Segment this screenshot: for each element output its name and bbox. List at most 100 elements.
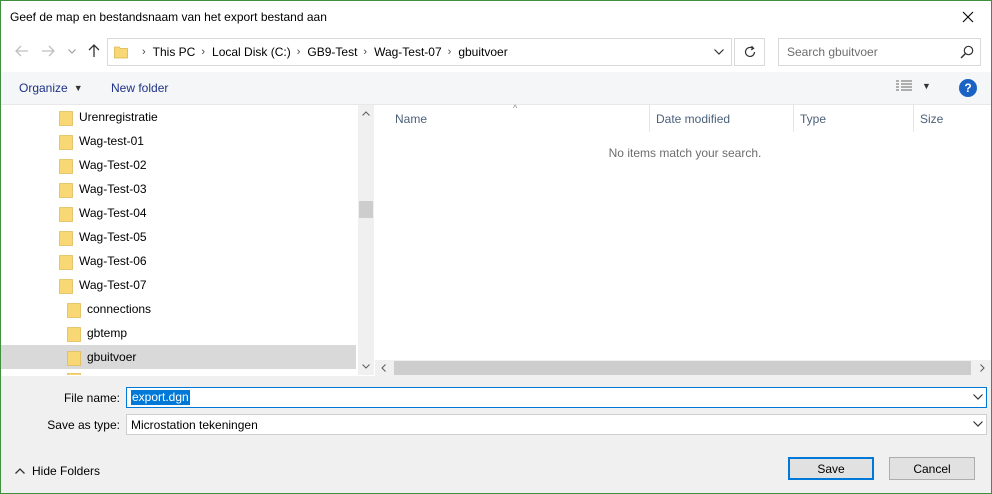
breadcrumb-separator-icon[interactable]: ›	[448, 46, 452, 58]
folder-icon	[59, 206, 73, 225]
scroll-right-button[interactable]	[974, 360, 991, 376]
column-header-name[interactable]: Name	[395, 105, 427, 132]
chevron-down-icon	[714, 49, 724, 55]
breadcrumb-gbuitvoer[interactable]: gbuitvoer	[458, 45, 507, 59]
details-view-icon	[896, 80, 912, 91]
search-icon[interactable]	[960, 45, 974, 59]
column-divider[interactable]	[649, 105, 650, 132]
folder-icon	[59, 278, 73, 297]
tree-item-label: Wag-Test-02	[79, 158, 147, 172]
close-icon	[962, 11, 974, 22]
tree-item-label: Wag-test-01	[79, 134, 144, 148]
search-box[interactable]	[778, 38, 981, 66]
breadcrumb-this-pc[interactable]: This PC	[153, 45, 196, 59]
folder-icon	[114, 46, 128, 59]
refresh-button[interactable]	[734, 38, 765, 66]
column-header-size[interactable]: Size	[920, 105, 943, 132]
folder-icon	[59, 134, 73, 153]
folder-icon	[59, 158, 73, 177]
save-button[interactable]: Save	[788, 457, 874, 480]
folder-icon	[59, 254, 73, 273]
organize-button[interactable]: Organize ▼	[19, 81, 83, 95]
hide-folders-label: Hide Folders	[32, 464, 101, 478]
save-panel: File name: export.dgn Save as type: Micr…	[1, 376, 991, 493]
tree-item[interactable]: gbuitvoer	[1, 345, 356, 369]
cancel-button[interactable]: Cancel	[889, 457, 975, 480]
tree-item[interactable]: Wag-Test-03	[1, 177, 356, 201]
refresh-icon	[744, 45, 755, 58]
tree-item-label: gbtemp	[87, 326, 128, 340]
scroll-down-button[interactable]	[358, 358, 374, 375]
sort-caret-icon: ^	[513, 103, 518, 113]
breadcrumb-wag-test-07[interactable]: Wag-Test-07	[374, 45, 442, 59]
folder-icon	[67, 326, 81, 345]
hide-folders-button[interactable]: Hide Folders	[15, 464, 100, 478]
breadcrumb-separator-icon[interactable]: ›	[201, 46, 205, 58]
column-header-date-modified[interactable]: Date modified	[656, 105, 730, 132]
up-button[interactable]	[83, 40, 105, 62]
tree-item-label: gbuitvoer	[87, 350, 137, 364]
folder-icon	[67, 302, 81, 321]
file-list: ^ Name Date modified Type Size No items …	[375, 103, 991, 361]
tree-item[interactable]: Wag-Test-06	[1, 249, 356, 273]
column-divider[interactable]	[793, 105, 794, 132]
chevron-down-icon	[362, 364, 370, 369]
tree-item-label: Wag-Test-04	[79, 206, 147, 220]
new-folder-button[interactable]: New folder	[111, 81, 168, 95]
breadcrumb-separator-icon[interactable]: ›	[297, 46, 301, 58]
tree-item[interactable]: Wag-Test-07	[1, 273, 356, 297]
address-bar[interactable]: › This PC › Local Disk (C:) › GB9-Test ›…	[107, 38, 732, 66]
close-button[interactable]	[945, 1, 991, 32]
chevron-up-icon	[15, 468, 25, 474]
breadcrumb-local-disk[interactable]: Local Disk (C:)	[212, 45, 291, 59]
chevron-down-icon[interactable]	[973, 394, 983, 400]
column-divider[interactable]	[913, 105, 914, 132]
command-toolbar: Organize ▼ New folder ▼ ?	[1, 72, 991, 105]
breadcrumb-separator-icon: ›	[142, 46, 146, 58]
navigation-bar: › This PC › Local Disk (C:) › GB9-Test ›…	[1, 32, 991, 72]
forward-button[interactable]	[37, 40, 59, 62]
folder-tree: Urenregistratie Wag-test-01 Wag-Test-02 Wag…	[1, 105, 358, 375]
title-bar: Geef de map en bestandsnaam van het expo…	[1, 1, 991, 32]
tree-item[interactable]: Urenregistratie	[1, 105, 356, 129]
tree-scrollbar[interactable]	[358, 105, 374, 375]
file-list-scrollbar[interactable]	[375, 360, 991, 376]
tree-item-label: connections	[87, 302, 152, 316]
change-view-button[interactable]: ▼	[896, 80, 931, 92]
breadcrumb-separator-icon[interactable]: ›	[363, 46, 367, 58]
address-dropdown-button[interactable]	[707, 39, 731, 65]
tree-item-label: Wag-Test-06	[79, 254, 147, 268]
caret-down-icon: ▼	[73, 83, 83, 93]
tree-item[interactable]: connections	[1, 297, 356, 321]
chevron-up-icon	[362, 111, 370, 116]
file-name-value[interactable]: export.dgn	[131, 390, 190, 405]
scrollbar-thumb[interactable]	[394, 361, 971, 375]
tree-item[interactable]: gbtemp	[1, 321, 356, 345]
scroll-up-button[interactable]	[358, 105, 374, 122]
chevron-right-icon	[980, 364, 985, 372]
search-input[interactable]	[779, 39, 954, 65]
file-name-field[interactable]: export.dgn	[126, 387, 987, 408]
arrow-left-icon	[15, 45, 28, 57]
tree-item[interactable]: Wag-Test-04	[1, 201, 356, 225]
scroll-left-button[interactable]	[375, 360, 392, 376]
save-type-select[interactable]: Microstation tekeningen	[126, 414, 987, 435]
arrow-right-icon	[42, 45, 55, 57]
tree-item[interactable]: Wag-test-01	[1, 129, 356, 153]
chevron-left-icon	[381, 364, 386, 372]
column-header-type[interactable]: Type	[800, 105, 826, 132]
tree-item[interactable]: Wag-Test-05	[1, 225, 356, 249]
breadcrumb-gb9-test[interactable]: GB9-Test	[307, 45, 357, 59]
tree-item-label: Wag-Test-05	[79, 230, 147, 244]
save-dialog: Geef de map en bestandsnaam van het expo…	[0, 0, 992, 494]
tree-item[interactable]: Wag-Test-02	[1, 153, 356, 177]
tree-item-label: Wag-Test-07	[79, 278, 147, 292]
tree-item-label: Wag-Test-03	[79, 182, 147, 196]
scrollbar-thumb[interactable]	[359, 201, 373, 218]
folder-icon	[67, 350, 81, 369]
help-button[interactable]: ?	[959, 79, 977, 97]
folder-icon	[59, 182, 73, 201]
back-button[interactable]	[11, 40, 33, 62]
empty-message: No items match your search.	[608, 146, 762, 160]
recent-locations-button[interactable]	[61, 40, 83, 62]
